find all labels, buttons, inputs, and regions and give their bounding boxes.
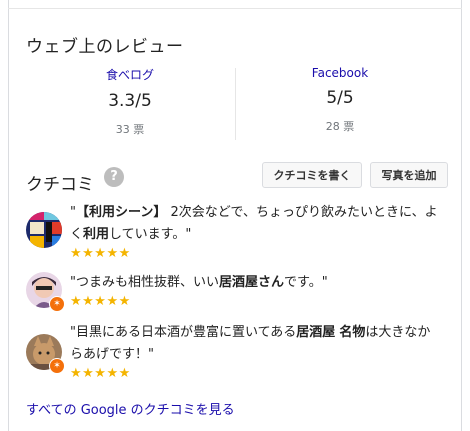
review-text: "目黒にある日本酒が豊富に置いてある居酒屋 名物は大きなからあげです！" <box>70 325 431 362</box>
source-name-link[interactable]: 食べログ <box>30 66 230 83</box>
kuchikomi-title: クチコミ <box>26 175 94 195</box>
source-votes: 28 票 <box>325 120 355 133</box>
source-votes: 33 票 <box>115 123 145 136</box>
source-facebook[interactable]: Facebook 5/5 28 票 <box>240 66 440 134</box>
star-rating: ★★★★★ <box>70 366 131 381</box>
source-tabelog[interactable]: 食べログ 3.3/5 33 票 <box>30 66 230 137</box>
help-icon[interactable]: ? <box>104 167 124 187</box>
star-rating: ★★★★★ <box>70 246 131 261</box>
web-reviews-title: ウェブ上のレビュー <box>26 37 184 57</box>
see-all-reviews-link[interactable]: すべての Google のクチコミを見る <box>26 399 235 418</box>
review-text: "つまみも相性抜群、いい居酒屋さんです。" <box>70 275 328 290</box>
avatar[interactable] <box>26 212 62 248</box>
write-review-button[interactable]: クチコミを書く <box>262 162 362 188</box>
review-text: "【利用シーン】 2次会などで、ちょっぴり飲みたいときに、よく利用しています。" <box>70 205 438 242</box>
top-divider <box>8 8 462 9</box>
source-divider <box>235 68 236 140</box>
source-score: 5/5 <box>326 88 354 108</box>
source-name-link[interactable]: Facebook <box>240 66 440 80</box>
source-score: 3.3/5 <box>108 91 152 111</box>
local-guide-badge-icon: ✶ <box>49 358 65 374</box>
local-guide-badge-icon: ✶ <box>49 296 65 312</box>
star-rating: ★★★★★ <box>70 294 131 309</box>
add-photo-button[interactable]: 写真を追加 <box>370 162 448 188</box>
